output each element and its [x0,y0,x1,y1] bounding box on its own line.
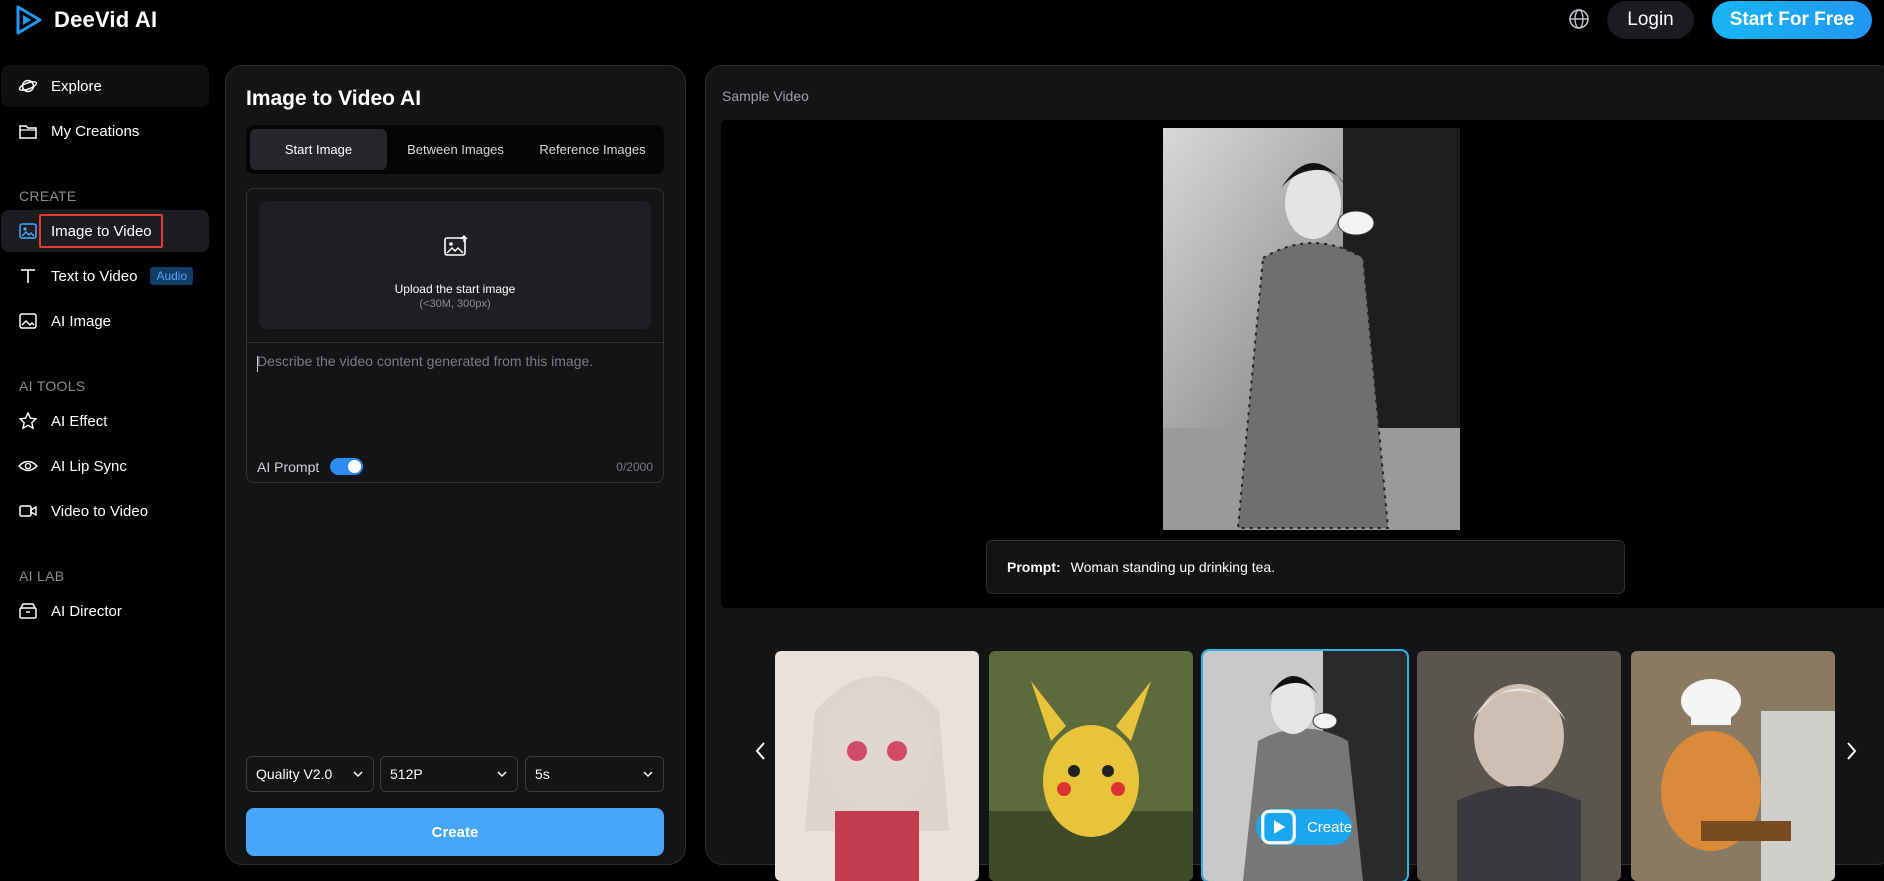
top-bar: DeeVid AI Login Start For Free [0,0,1884,46]
sidebar-item-label: Video to Video [51,502,149,520]
sample-video-panel: Sample Video Prompt: Woman standing up d… [705,65,1884,881]
sample-thumbnail[interactable] [1417,651,1621,881]
sidebar-item-my-creations[interactable]: My Creations [1,110,209,152]
upload-title: Upload the start image [394,282,516,296]
resolution-value: 512P [390,766,423,782]
chevron-down-icon [353,771,363,778]
globe-icon[interactable] [1567,7,1591,31]
chevron-down-icon [497,771,507,778]
text-caret [257,356,258,372]
thumbnail-create-button[interactable]: Create [1256,809,1352,845]
folder-icon [19,125,37,139]
ai-prompt-label: AI Prompt [257,459,320,475]
divider [247,342,663,343]
thumbnail-create-label: Create [1306,818,1352,836]
sidebar-item-label: AI Image [51,312,112,330]
upload-card: Upload the start image (<30M, 300px) AI … [246,188,664,483]
resolution-select[interactable]: 512P [380,756,518,792]
character-counter: 0/2000 [616,460,653,474]
chevron-left-icon[interactable] [752,738,770,764]
sample-thumbnail[interactable] [775,651,979,881]
prompt-textarea[interactable] [257,353,652,433]
pikachu-thumbnail [989,651,1193,881]
duration-select[interactable]: 5s [525,756,664,792]
sidebar-item-ai-director[interactable]: AI Director [1,590,209,632]
image-upload-icon [444,235,468,256]
quality-value: Quality V2.0 [256,766,333,782]
sidebar-item-text-to-video[interactable]: Text to Video Audio [1,255,209,297]
sidebar-item-ai-image[interactable]: AI Image [1,300,209,342]
chevron-right-icon[interactable] [1842,738,1860,764]
sample-thumbnail-active[interactable]: Create [1201,649,1409,881]
sidebar-item-label: Text to Video [51,267,138,285]
sidebar-item-label: AI Director [51,602,122,620]
image-to-video-panel: Image to Video AI Start Image Between Im… [225,65,686,865]
anime-girl-thumbnail [775,651,979,881]
source-tabs: Start Image Between Images Reference Ima… [246,125,664,174]
sidebar-item-label: My Creations [51,122,140,140]
chef-cat-thumbnail [1631,651,1835,881]
sidebar-item-ai-effect[interactable]: AI Effect [1,400,209,442]
audio-badge: Audio [150,267,194,285]
start-for-free-button[interactable]: Start For Free [1712,1,1872,39]
sample-thumbnail[interactable] [989,651,1193,881]
tab-reference-images[interactable]: Reference Images [524,129,661,170]
director-icon [19,603,37,619]
upload-limits: (<30M, 300px) [419,298,491,310]
sample-thumbnail[interactable] [1631,651,1835,881]
logo-icon [16,5,42,35]
sidebar-item-label: AI Lip Sync [51,457,127,475]
image-icon [19,223,37,239]
quality-select[interactable]: Quality V2.0 [246,756,374,792]
section-label-ai-lab: AI LAB [19,568,65,584]
planet-icon [18,79,38,93]
tab-start-image[interactable]: Start Image [250,129,387,170]
play-square-icon [1261,809,1296,845]
sample-prompt-box: Prompt: Woman standing up drinking tea. [986,540,1625,594]
ai-prompt-toggle[interactable] [330,458,363,475]
sidebar-item-label: Explore [51,77,102,95]
sample-video-frame [1163,128,1460,530]
chevron-down-icon [643,771,653,778]
prompt-key: Prompt: [1007,559,1061,575]
sidebar-item-label: AI Effect [51,412,108,430]
star-icon [18,411,38,430]
prompt-text: Woman standing up drinking tea. [1070,559,1276,575]
sidebar-item-video-to-video[interactable]: Video to Video [1,490,209,532]
picture-icon [19,313,37,329]
selection-highlight [39,214,163,248]
app-name: DeeVid AI [54,7,158,32]
panel-title: Image to Video AI [246,87,422,110]
section-label-ai-tools: AI TOOLS [19,378,86,394]
video-camera-icon [19,505,37,517]
section-label-create: CREATE [19,188,77,204]
text-icon [21,269,35,283]
create-button[interactable]: Create [246,808,664,856]
sample-video-player[interactable]: Prompt: Woman standing up drinking tea. [721,120,1884,608]
sidebar-item-ai-lip-sync[interactable]: AI Lip Sync [1,445,209,487]
eye-icon [18,460,38,472]
woman-tea-thumbnail [1203,651,1407,881]
duration-value: 5s [535,766,550,782]
elderly-woman-thumbnail [1417,651,1621,881]
app-logo[interactable]: DeeVid AI [14,5,157,35]
tab-between-images[interactable]: Between Images [387,129,524,170]
sample-video-label: Sample Video [722,88,809,104]
sidebar-item-explore[interactable]: Explore [1,65,209,107]
upload-dropzone[interactable]: Upload the start image (<30M, 300px) [259,201,651,329]
login-button[interactable]: Login [1607,1,1694,39]
